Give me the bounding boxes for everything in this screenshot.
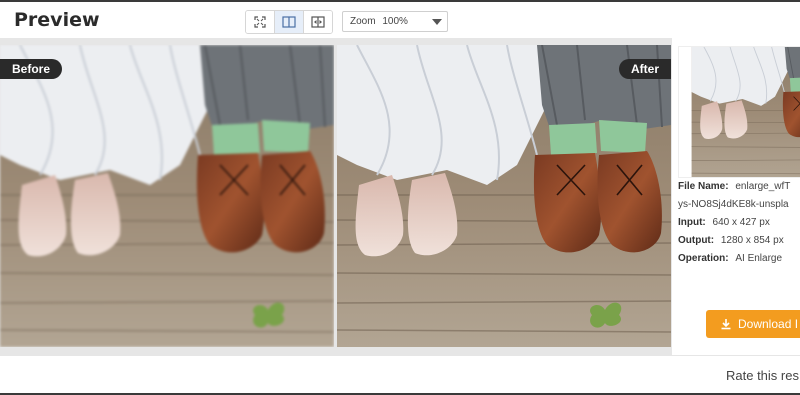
operation-value: AI Enlarge: [735, 253, 783, 264]
output-row: Output: 1280 x 854 px: [678, 232, 790, 250]
input-value: 640 x 427 px: [712, 217, 770, 228]
details-sidebar: File Name: enlarge_wfT ys-NO8Sj4dKE8k-un…: [672, 38, 800, 355]
zoom-value: 100%: [382, 16, 408, 27]
after-badge: After: [618, 59, 671, 79]
split-compare-button[interactable]: [304, 11, 332, 33]
input-row: Input: 640 x 427 px: [678, 214, 790, 232]
file-details: File Name: enlarge_wfT ys-NO8Sj4dKE8k-un…: [678, 178, 790, 268]
compare-stage: Before After: [0, 38, 672, 355]
footer-bar: Rate this res: [0, 355, 800, 394]
chevron-down-icon: [432, 19, 442, 25]
before-image-panel[interactable]: Before: [0, 45, 334, 347]
file-name-row: File Name: enlarge_wfT: [678, 178, 790, 196]
download-button[interactable]: Download I: [706, 310, 800, 338]
operation-label: Operation:: [678, 253, 729, 264]
download-label: Download I: [738, 317, 799, 331]
page-title: Preview: [14, 9, 100, 31]
rate-result-link[interactable]: Rate this res: [726, 368, 799, 383]
side-by-side-button[interactable]: [275, 11, 304, 33]
result-thumbnail: [678, 46, 800, 178]
output-label: Output:: [678, 235, 715, 246]
file-name-value: enlarge_wfT: [735, 181, 791, 192]
preview-header: Preview Zoom 100%: [0, 2, 800, 38]
zoom-label: Zoom: [350, 16, 376, 27]
split-compare-icon: [311, 16, 325, 28]
input-label: Input:: [678, 217, 706, 228]
fit-screen-icon: [254, 16, 266, 28]
file-name-continued: ys-NO8Sj4dKE8k-unspla: [678, 199, 789, 210]
after-image: [337, 45, 671, 347]
before-badge: Before: [0, 59, 63, 79]
side-by-side-icon: [282, 16, 296, 28]
operation-row: Operation: AI Enlarge: [678, 250, 790, 268]
file-name-label: File Name:: [678, 181, 729, 192]
fit-screen-button[interactable]: [246, 11, 275, 33]
output-value: 1280 x 854 px: [720, 235, 784, 246]
before-image: [0, 45, 334, 347]
after-image-panel[interactable]: After: [337, 45, 671, 347]
zoom-select[interactable]: Zoom 100%: [342, 11, 448, 32]
download-icon: [721, 319, 731, 330]
view-mode-toggle: [245, 10, 333, 34]
